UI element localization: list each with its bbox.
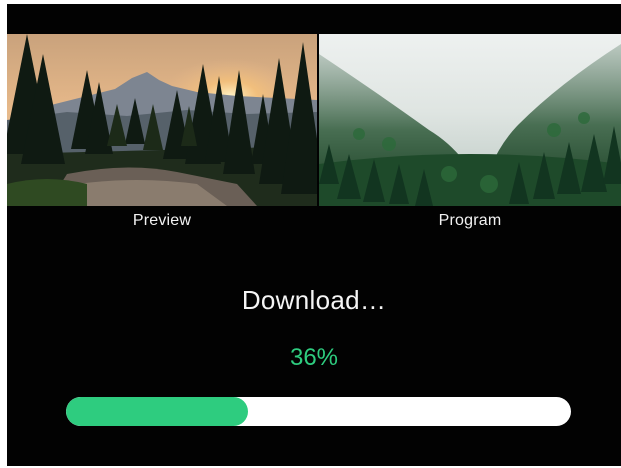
monitor-row xyxy=(7,34,621,206)
download-progress-fill xyxy=(66,397,248,426)
preview-monitor[interactable] xyxy=(7,34,317,206)
download-screen: Preview Program Download… 36% xyxy=(7,4,621,466)
preview-label: Preview xyxy=(132,212,192,229)
program-label: Program xyxy=(438,212,502,229)
program-image xyxy=(319,34,621,206)
download-percent-text: 36% xyxy=(289,344,339,371)
preview-image xyxy=(7,34,317,206)
download-status-text: Download… xyxy=(241,285,387,315)
program-monitor[interactable] xyxy=(319,34,621,206)
download-progress-bar xyxy=(66,397,571,426)
